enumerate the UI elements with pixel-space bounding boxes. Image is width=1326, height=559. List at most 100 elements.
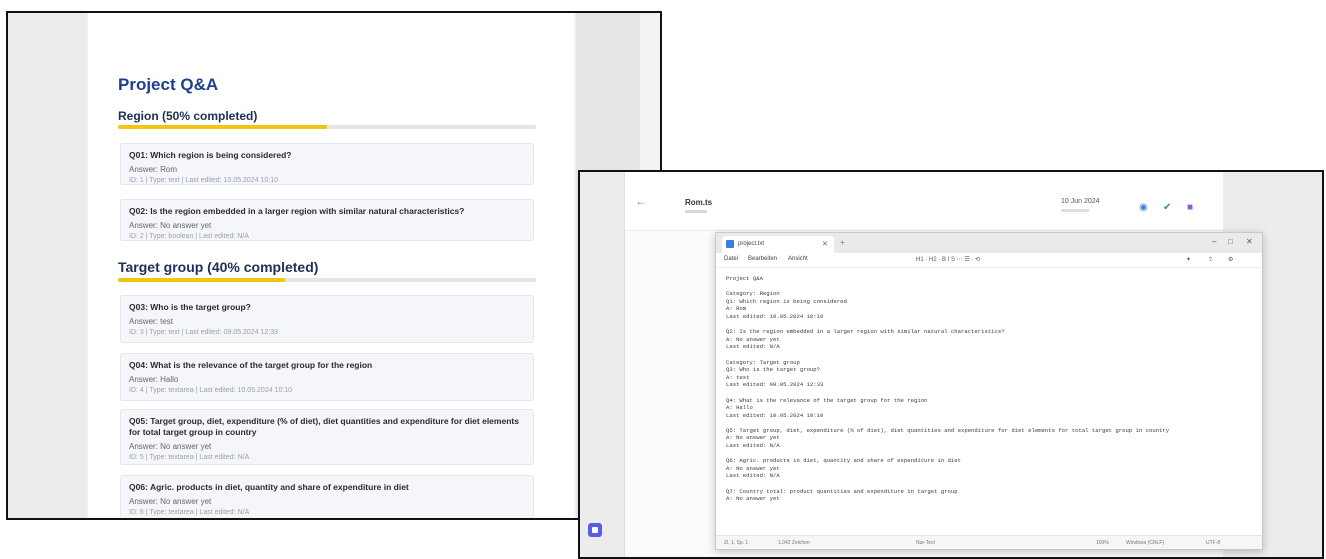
notepad-line: Last edited: 10.05.2024 10:10 xyxy=(726,312,824,320)
document-title: Project Q&A xyxy=(118,75,219,94)
notepad-line: Q7: Country total: product quantities an… xyxy=(726,487,958,495)
left-gutter xyxy=(8,13,86,518)
mail-view: ← Rom.ts 10 Jun 2024 ◉ ✔ ■ project.txt ✕… xyxy=(624,172,1263,557)
mail-notepad-screenshot: ← Rom.ts 10 Jun 2024 ◉ ✔ ■ project.txt ✕… xyxy=(578,170,1324,559)
notepad-line: A: Hallo xyxy=(726,404,753,412)
question-text: Q03: Who is the target group? xyxy=(129,302,251,312)
notepad-window[interactable]: project.txt ✕ + – □ ✕ Datei Bearbeiten A… xyxy=(715,232,1263,550)
notepad-line: Last edited: N/A xyxy=(726,472,780,480)
notepad-line xyxy=(726,389,1254,397)
status-format: Nur-Text xyxy=(916,540,935,546)
question-meta: ID: 5 | Type: textarea | Last edited: N/… xyxy=(129,454,250,461)
status-chars: 1.042 Zeichen xyxy=(778,540,810,546)
reply-icon[interactable]: ◉ xyxy=(1139,202,1148,213)
question-card: Q03: Who is the target group? Answer: te… xyxy=(120,295,534,343)
notepad-text-area[interactable]: Project Q&A Category: Region Q1: Which reg… xyxy=(726,275,1254,533)
forward-icon[interactable]: ✔ xyxy=(1163,202,1171,213)
status-encoding: UTF-8 xyxy=(1206,540,1221,546)
file-icon xyxy=(726,240,734,248)
answer-text: Answer: No answer yet xyxy=(129,497,212,506)
notepad-line: Last edited: N/A xyxy=(726,343,780,351)
notepad-line: A: Rom xyxy=(726,305,747,313)
notepad-line: Last edited: N/A xyxy=(726,442,780,450)
status-zoom: 100% xyxy=(1096,540,1109,546)
question-text: Q01: Which region is being considered? xyxy=(129,150,292,160)
mail-date: 10 Jun 2024 xyxy=(1061,198,1100,205)
notepad-line: A: test xyxy=(726,373,750,381)
maximize-icon[interactable]: □ xyxy=(1228,237,1233,246)
notepad-statusbar: Zl. 1, Sp. 1 1.042 Zeichen Nur-Text 100%… xyxy=(716,535,1262,549)
answer-text: Answer: No answer yet xyxy=(129,221,212,230)
notepad-line xyxy=(726,321,1254,329)
question-text: Q04: What is the relevance of the target… xyxy=(129,360,373,370)
notepad-line: Q6: Agric. products in diet, quantity an… xyxy=(726,457,961,465)
notepad-line xyxy=(726,419,1254,427)
question-card: Q02: Is the region embedded in a larger … xyxy=(120,199,534,241)
notepad-line: A: No answer yet xyxy=(726,335,780,343)
notepad-line: Last edited: 09.05.2024 12:33 xyxy=(726,381,824,389)
status-line-ending: Windows (CRLF) xyxy=(1126,540,1165,546)
notepad-line: Q2: Is the region embedded in a larger r… xyxy=(726,328,1005,336)
question-meta: ID: 2 | Type: boolean | Last edited: N/A xyxy=(129,233,249,240)
new-tab-icon[interactable]: + xyxy=(840,238,845,247)
question-meta: ID: 3 | Type: text | Last edited: 09.05.… xyxy=(129,329,279,336)
tab-close-icon[interactable]: ✕ xyxy=(822,240,828,248)
sender-address xyxy=(685,210,707,213)
notepad-line xyxy=(726,480,1254,488)
question-meta: ID: 4 | Type: textarea | Last edited: 10… xyxy=(129,387,293,394)
notepad-line: Q4: What is the relevance of the target … xyxy=(726,396,928,404)
share-icon[interactable]: ⇪ xyxy=(1208,256,1213,263)
notepad-line: A: No answer yet xyxy=(726,434,780,442)
notepad-tabbar: project.txt ✕ + – □ ✕ xyxy=(716,233,1262,253)
progress-bar-target-group xyxy=(118,278,536,282)
question-text: Q06: Agric. products in diet, quantity a… xyxy=(129,482,409,492)
notepad-tab[interactable]: project.txt ✕ xyxy=(722,236,834,253)
document-preview-screenshot: Project Q&A Region (50% completed) Q01: … xyxy=(6,11,662,520)
notepad-line: A: No answer yet xyxy=(726,495,780,503)
format-toolbar[interactable]: H1 · H2 · B I S ⋯ ☰ · ⟲ xyxy=(916,256,980,263)
settings-icon[interactable]: ⚙ xyxy=(1228,256,1233,263)
copilot-icon[interactable]: ✦ xyxy=(1186,256,1191,263)
notepad-line xyxy=(726,450,1254,458)
question-card: Q01: Which region is being considered? A… xyxy=(120,143,534,185)
category-title-region: Region (50% completed) xyxy=(118,109,258,123)
menu-view[interactable]: Ansicht xyxy=(788,256,808,262)
notepad-line: Category: Target group xyxy=(726,358,800,366)
document-page: Project Q&A Region (50% completed) Q01: … xyxy=(88,13,574,518)
progress-bar-region xyxy=(118,125,536,129)
notepad-line: Q1: Which region is being considered xyxy=(726,297,847,305)
progress-fill-target-group xyxy=(118,278,286,282)
taskbar-app-icon[interactable] xyxy=(588,523,602,537)
answer-text: Answer: test xyxy=(129,317,174,326)
category-title-target-group: Target group (40% completed) xyxy=(118,259,319,275)
answer-text: Answer: Rom xyxy=(129,165,178,174)
question-card: Q05: Target group, diet, expenditure (% … xyxy=(120,409,534,465)
tab-filename: project.txt xyxy=(738,241,765,247)
menu-file[interactable]: Datei xyxy=(724,256,738,262)
notepad-line: Last edited: 10.05.2024 10:10 xyxy=(726,411,824,419)
notepad-line xyxy=(726,283,1254,291)
status-cursor: Zl. 1, Sp. 1 xyxy=(724,540,749,546)
back-arrow-icon[interactable]: ← xyxy=(635,194,647,208)
notepad-line: Q5: Target group, diet, expenditure (% o… xyxy=(726,426,1170,434)
answer-text: Answer: Hallo xyxy=(129,375,179,384)
mail-sender: Rom.ts xyxy=(685,198,713,207)
question-card: Q04: What is the relevance of the target… xyxy=(120,353,534,401)
notepad-line: Q3: Who is the target group? xyxy=(726,366,820,374)
mail-header: ← Rom.ts 10 Jun 2024 ◉ ✔ ■ xyxy=(625,172,1223,231)
notepad-line: Category: Region xyxy=(726,290,780,298)
notepad-line: Project Q&A xyxy=(726,275,763,282)
answer-text: Answer: No answer yet xyxy=(129,442,212,451)
question-meta: ID: 6 | Type: textarea | Last edited: N/… xyxy=(129,509,250,516)
notepad-menubar: Datei Bearbeiten Ansicht H1 · H2 · B I S… xyxy=(716,253,1262,268)
question-card: Q06: Agric. products in diet, quantity a… xyxy=(120,475,534,518)
notepad-line: A: No answer yet xyxy=(726,464,780,472)
minimize-icon[interactable]: – xyxy=(1212,237,1216,246)
mail-time xyxy=(1061,209,1089,212)
progress-fill-region xyxy=(118,125,327,129)
menu-edit[interactable]: Bearbeiten xyxy=(748,256,777,262)
question-text: Q02: Is the region embedded in a larger … xyxy=(129,206,465,216)
notepad-line xyxy=(726,351,1254,359)
close-window-icon[interactable]: ✕ xyxy=(1246,237,1253,246)
bookmark-icon[interactable]: ■ xyxy=(1187,202,1193,213)
